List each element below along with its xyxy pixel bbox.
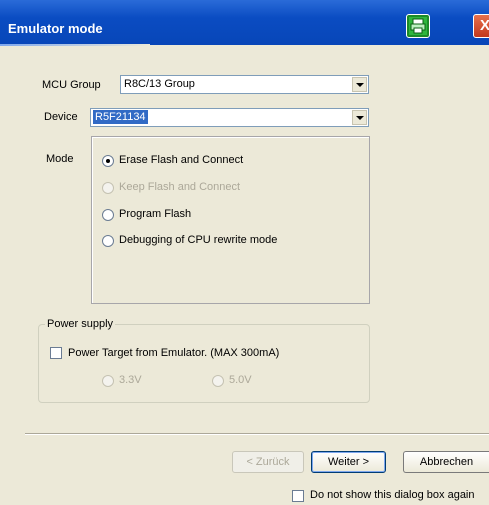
- power-target-checkbox[interactable]: [50, 347, 62, 359]
- mode-option-label: Program Flash: [119, 208, 192, 220]
- device-label: Device: [44, 111, 78, 123]
- device-select[interactable]: R5F21134: [90, 108, 369, 127]
- power-target-label: Power Target from Emulator. (MAX 300mA): [68, 347, 280, 359]
- emulator-mode-dialog: Emulator mode X MCU Group R8C/13 Group D…: [0, 0, 489, 505]
- window-title: Emulator mode: [8, 21, 103, 36]
- mcu-group-value: R8C/13 Group: [124, 78, 195, 90]
- do-not-show-label: Do not show this dialog box again: [310, 489, 475, 501]
- voltage-5v0-radio: [212, 375, 224, 387]
- mode-option-label: Debugging of CPU rewrite mode: [119, 234, 278, 246]
- power-supply-group: Power Target from Emulator. (MAX 300mA) …: [38, 324, 370, 403]
- mode-panel: Erase Flash and Connect Keep Flash and C…: [91, 136, 370, 304]
- do-not-show-checkbox[interactable]: [292, 490, 304, 502]
- mode-option-label: Erase Flash and Connect: [119, 154, 244, 166]
- mode-radio-debug-cpu-rewrite[interactable]: [102, 235, 114, 247]
- title-underline: [0, 44, 150, 46]
- title-bar[interactable]: Emulator mode X: [0, 0, 489, 45]
- back-button: < Zurück: [232, 451, 304, 473]
- chevron-down-icon[interactable]: [352, 110, 367, 125]
- mcu-group-label: MCU Group: [42, 79, 101, 91]
- next-button[interactable]: Weiter >: [311, 451, 386, 473]
- mode-option-label: Keep Flash and Connect: [119, 181, 241, 193]
- divider: [25, 433, 489, 435]
- voltage-3v3-radio: [102, 375, 114, 387]
- mcu-group-select[interactable]: R8C/13 Group: [120, 75, 369, 94]
- device-value: R5F21134: [93, 110, 148, 124]
- power-supply-caption: Power supply: [45, 318, 116, 330]
- mode-radio-erase-flash[interactable]: [102, 155, 114, 167]
- mode-label: Mode: [46, 153, 74, 165]
- cancel-button[interactable]: Abbrechen: [403, 451, 489, 473]
- close-icon[interactable]: X: [473, 14, 489, 38]
- voltage-3v3-label: 3.3V: [119, 374, 142, 386]
- chevron-down-icon[interactable]: [352, 77, 367, 92]
- mode-radio-program-flash[interactable]: [102, 209, 114, 221]
- voltage-5v0-label: 5.0V: [229, 374, 252, 386]
- mode-radio-keep-flash: [102, 182, 114, 194]
- printer-icon[interactable]: [406, 14, 430, 38]
